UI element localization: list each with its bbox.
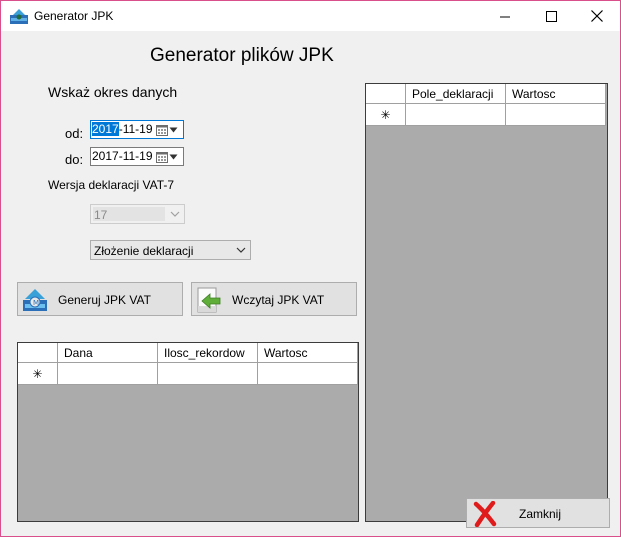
generate-jpk-button[interactable]: M Generuj JPK VAT <box>17 282 183 316</box>
declaration-type-value: Złożenie deklaracji <box>94 244 194 258</box>
grid-header-row: Pole_deklaracji Wartosc <box>366 84 606 104</box>
declaration-type-select[interactable]: Złożenie deklaracji <box>90 240 251 260</box>
red-x-icon <box>473 500 497 530</box>
chevron-down-icon <box>169 127 178 132</box>
calendar-icon <box>156 151 168 163</box>
vat-version-label: Wersja deklaracji VAT-7 <box>48 178 175 192</box>
svg-text:M: M <box>33 299 39 307</box>
minimize-button[interactable] <box>482 1 528 31</box>
declaration-fields-table: Pole_deklaracji Wartosc ✳ <box>366 84 606 126</box>
to-date-label: do: <box>65 152 84 167</box>
close-app-button[interactable]: Zamknij <box>466 498 610 528</box>
grid-header-row: Dana Ilosc_rekordow Wartosc <box>18 343 358 363</box>
column-header-wartosc[interactable]: Wartosc <box>257 343 358 363</box>
column-header-wartosc[interactable]: Wartosc <box>505 84 606 104</box>
data-summary-grid[interactable]: Dana Ilosc_rekordow Wartosc ✳ <box>17 342 359 522</box>
table-cell[interactable] <box>405 103 506 126</box>
form-body: Generator plików JPK Wskaż okres danych … <box>1 31 620 536</box>
calendar-dropdown[interactable] <box>156 123 180 136</box>
window-title: Generator JPK <box>34 9 114 23</box>
from-date-picker[interactable]: 2017-11-19 <box>90 120 184 139</box>
from-date-rest: -11-19 <box>118 122 153 136</box>
data-summary-table: Dana Ilosc_rekordow Wartosc ✳ <box>18 343 358 385</box>
row-header-cell <box>366 84 406 104</box>
table-cell[interactable] <box>57 362 158 385</box>
calendar-icon <box>156 124 168 136</box>
column-header-pole-deklaracji[interactable]: Pole_deklaracji <box>405 84 506 104</box>
load-jpk-label: Wczytaj JPK VAT <box>232 293 325 307</box>
jpk-app-icon <box>10 9 28 24</box>
period-section-label: Wskaż okres danych <box>48 84 178 100</box>
chevron-down-icon <box>236 247 246 253</box>
table-cell[interactable] <box>157 362 258 385</box>
chevron-down-icon <box>170 211 180 217</box>
close-icon <box>591 10 603 22</box>
maximize-icon <box>545 10 557 22</box>
chevron-down-icon <box>169 154 178 159</box>
new-row-marker: ✳ <box>366 103 406 126</box>
from-date-value: 2017-11-19 <box>92 122 153 137</box>
from-date-selected-part: 2017 <box>92 122 119 136</box>
declaration-fields-grid[interactable]: Pole_deklaracji Wartosc ✳ <box>365 83 608 522</box>
table-cell[interactable] <box>505 103 606 126</box>
column-header-ilosc-rekordow[interactable]: Ilosc_rekordow <box>157 343 258 363</box>
to-date-picker[interactable]: 2017-11-19 <box>90 147 184 166</box>
new-row-marker: ✳ <box>18 362 58 385</box>
title-bar: Generator JPK <box>1 1 620 31</box>
close-button[interactable] <box>574 1 620 31</box>
generate-icon: M <box>22 288 48 315</box>
main-window: Generator JPK Generator plików JPK Wskaż… <box>0 0 621 537</box>
row-header-cell <box>18 343 58 363</box>
vat-version-value: 17 <box>94 208 108 222</box>
to-date-value: 2017-11-19 <box>92 149 153 163</box>
calendar-dropdown[interactable] <box>156 150 180 163</box>
generate-jpk-label: Generuj JPK VAT <box>58 293 151 307</box>
page-title: Generator plików JPK <box>150 45 334 66</box>
load-file-icon <box>196 286 222 317</box>
maximize-button[interactable] <box>528 1 574 31</box>
new-row[interactable]: ✳ <box>18 362 358 385</box>
column-header-dana[interactable]: Dana <box>57 343 158 363</box>
vat-version-select: 17 <box>90 204 185 224</box>
load-jpk-button[interactable]: Wczytaj JPK VAT <box>191 282 357 316</box>
minimize-icon <box>499 16 510 17</box>
from-date-label: od: <box>65 126 84 141</box>
table-cell[interactable] <box>257 362 358 385</box>
new-row[interactable]: ✳ <box>366 103 606 126</box>
close-app-label: Zamknij <box>519 507 562 521</box>
